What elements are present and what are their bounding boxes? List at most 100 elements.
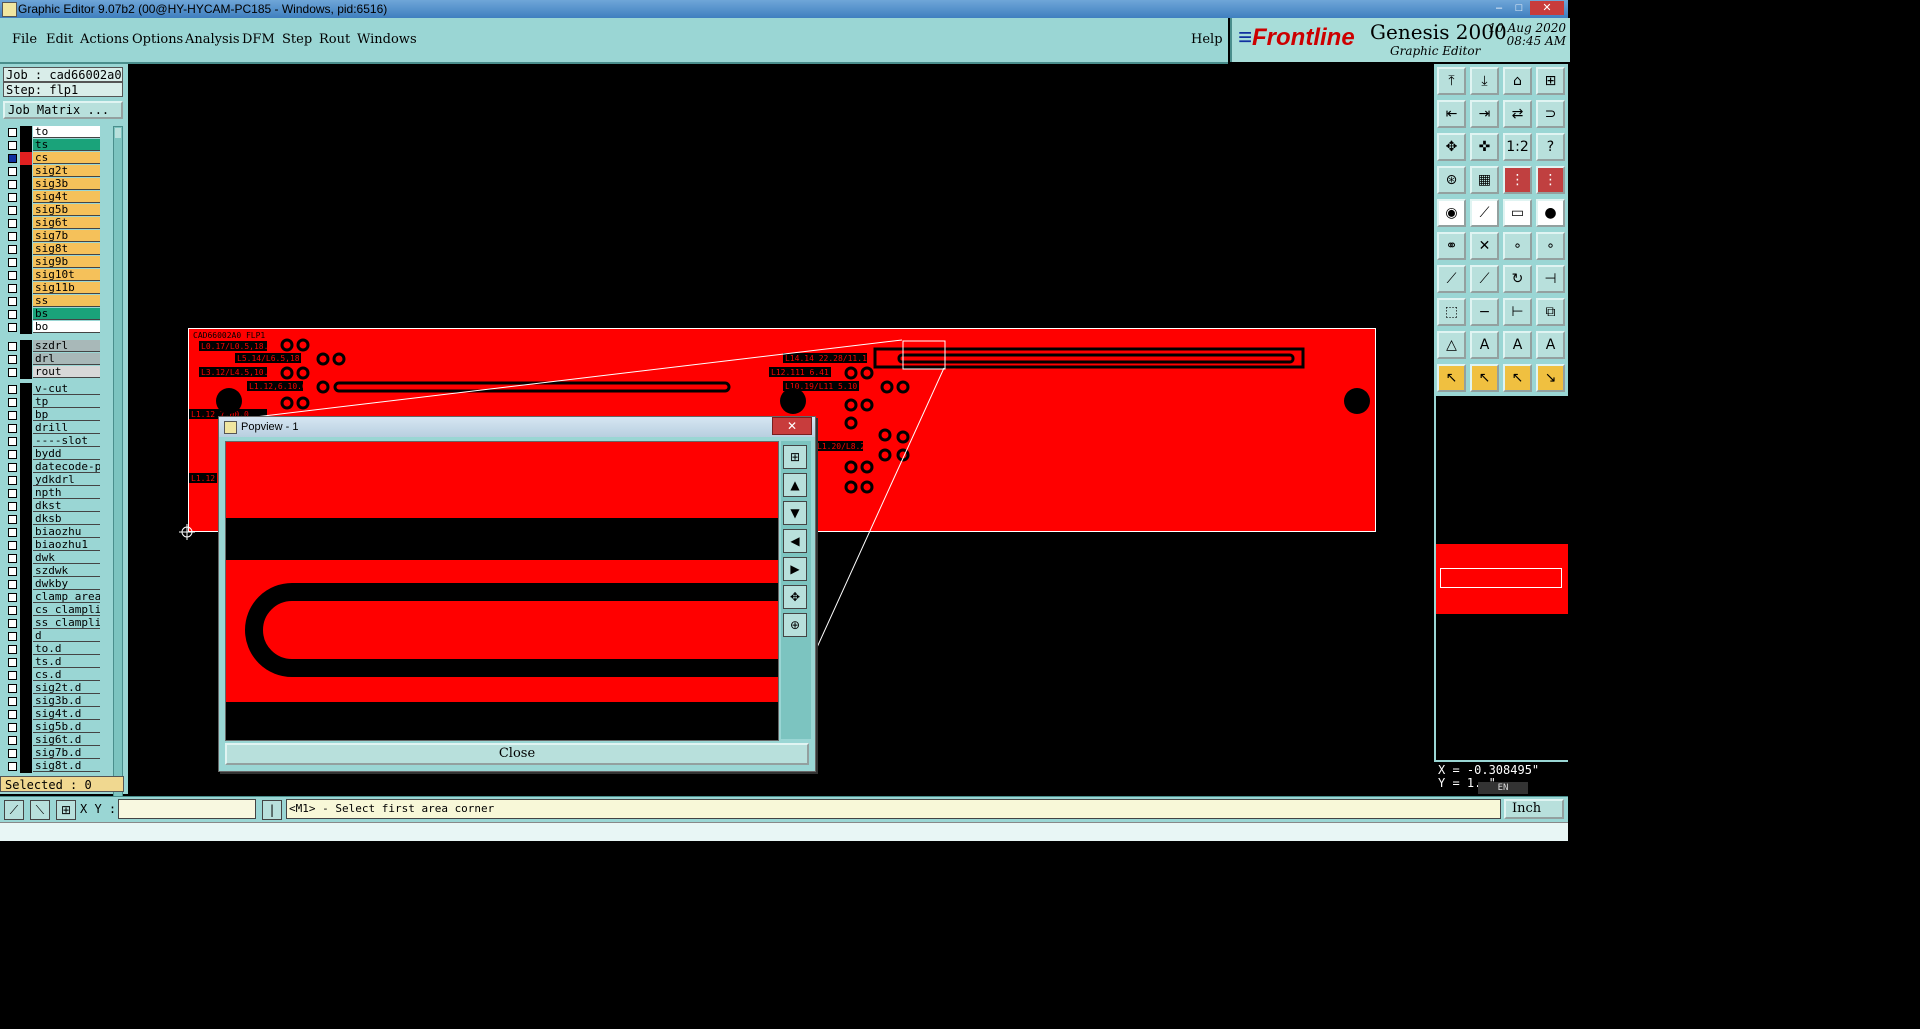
layer-name[interactable]: sig2t.d xyxy=(33,682,100,694)
measure-icon[interactable]: ⊢ xyxy=(1503,298,1532,326)
layer-color-swatch[interactable] xyxy=(20,500,32,513)
layer-color-swatch[interactable] xyxy=(20,643,32,656)
zoom-center-icon[interactable]: ⊕ xyxy=(783,613,807,637)
layer-checkbox[interactable] xyxy=(8,385,17,394)
layer-row-ss-clampline[interactable]: ss_clampline xyxy=(3,617,113,630)
layer-row-sig2t-d[interactable]: sig2t.d xyxy=(3,682,113,695)
minus-icon[interactable]: − xyxy=(1470,298,1499,326)
shape-icon[interactable]: ⊃ xyxy=(1536,100,1565,128)
layer-checkbox[interactable] xyxy=(8,658,17,667)
layer-checkbox[interactable] xyxy=(8,342,17,351)
layer-color-swatch[interactable] xyxy=(20,448,32,461)
layer-row-sig4t[interactable]: sig4t xyxy=(3,191,113,204)
layer-color-swatch[interactable] xyxy=(20,760,32,773)
layer-row-npth[interactable]: npth xyxy=(3,487,113,500)
line-mode-icon[interactable]: ⟍ xyxy=(30,800,50,820)
layer-row-sig2t[interactable]: sig2t xyxy=(3,165,113,178)
layer-name[interactable]: dwkby xyxy=(33,578,100,590)
job-matrix-button[interactable]: Job Matrix ... xyxy=(3,101,123,119)
layer-row-sig3b-d[interactable]: sig3b.d xyxy=(3,695,113,708)
layer-name[interactable]: ----slot xyxy=(33,435,100,447)
layer-name[interactable]: sig9b xyxy=(33,256,100,268)
layer-color-swatch[interactable] xyxy=(20,409,32,422)
save-icon[interactable]: ⤓ xyxy=(1470,67,1499,95)
layer-color-swatch[interactable] xyxy=(20,591,32,604)
layer-row-tp[interactable]: tp xyxy=(3,396,113,409)
center-icon[interactable]: ✜ xyxy=(1470,133,1499,161)
layer-color-swatch[interactable] xyxy=(20,308,32,321)
layer-checkbox[interactable] xyxy=(8,258,17,267)
pointer-icon[interactable]: ↖ xyxy=(1437,364,1466,392)
layer-checkbox[interactable] xyxy=(8,141,17,150)
layer-checkbox[interactable] xyxy=(8,323,17,332)
layer-row-dkst[interactable]: dkst xyxy=(3,500,113,513)
layer-name[interactable]: dwk xyxy=(33,552,100,564)
layer-color-swatch[interactable] xyxy=(20,152,32,165)
menu-help[interactable]: Help xyxy=(1191,32,1223,47)
layer-row-szdwk[interactable]: szdwk xyxy=(3,565,113,578)
layer-row-sig4t-d[interactable]: sig4t.d xyxy=(3,708,113,721)
layer-name[interactable]: sig11b xyxy=(33,282,100,294)
overview-panel[interactable] xyxy=(1436,396,1568,760)
window-icon[interactable]: ⊞ xyxy=(1536,67,1565,95)
cursor-mode-icon[interactable]: | xyxy=(262,800,282,820)
layer-color-swatch[interactable] xyxy=(20,487,32,500)
menu-step[interactable]: Step xyxy=(282,32,312,47)
layer-color-swatch[interactable] xyxy=(20,565,32,578)
layer-row-sig3b[interactable]: sig3b xyxy=(3,178,113,191)
layer-checkbox[interactable] xyxy=(8,697,17,706)
layer-color-swatch[interactable] xyxy=(20,734,32,747)
layer-color-swatch[interactable] xyxy=(20,126,32,139)
pan-down-icon[interactable]: ▼ xyxy=(783,501,807,525)
layer-row-sig7b-d[interactable]: sig7b.d xyxy=(3,747,113,760)
layer-name[interactable]: sig6t xyxy=(33,217,100,229)
layer-color-swatch[interactable] xyxy=(20,422,32,435)
layer-checkbox[interactable] xyxy=(8,476,17,485)
layer-checkbox[interactable] xyxy=(8,619,17,628)
text-a3-icon[interactable]: A xyxy=(1536,331,1565,359)
layer-name[interactable]: sig7b xyxy=(33,230,100,242)
layer-name[interactable]: biaozhu1 xyxy=(33,539,100,551)
layer-checkbox[interactable] xyxy=(8,645,17,654)
layer-name[interactable]: bydd xyxy=(33,448,100,460)
layer-checkbox[interactable] xyxy=(8,632,17,641)
layer-name[interactable]: dkst xyxy=(33,500,100,512)
layer-checkbox[interactable] xyxy=(8,297,17,306)
layer-row-drill[interactable]: drill xyxy=(3,422,113,435)
help-icon[interactable]: ? xyxy=(1536,133,1565,161)
menu-edit[interactable]: Edit xyxy=(46,32,73,47)
layer-name[interactable]: npth xyxy=(33,487,100,499)
layer-name[interactable]: sig5b xyxy=(33,204,100,216)
layer-name[interactable]: ss_clampline xyxy=(33,617,100,629)
cross-icon[interactable]: ✕ xyxy=(1470,232,1499,260)
ruler-icon[interactable]: ▭ xyxy=(1503,199,1532,227)
layer-name[interactable]: bp xyxy=(33,409,100,421)
layer-name[interactable]: bo xyxy=(33,321,100,333)
flip-icon[interactable]: ⇄ xyxy=(1503,100,1532,128)
pan-left-icon[interactable]: ◀ xyxy=(783,529,807,553)
layer-scrollbar[interactable] xyxy=(113,126,123,836)
triangle-icon[interactable]: △ xyxy=(1437,331,1466,359)
layer-name[interactable]: sig6t.d xyxy=(33,734,100,746)
pointer3-icon[interactable]: ↖ xyxy=(1503,364,1532,392)
layer-checkbox[interactable] xyxy=(8,232,17,241)
layer-checkbox[interactable] xyxy=(8,502,17,511)
layer-checkbox[interactable] xyxy=(8,671,17,680)
layer-row-sig5b-d[interactable]: sig5b.d xyxy=(3,721,113,734)
layer-row-bs[interactable]: bs xyxy=(3,308,113,321)
layer-row-cs-d[interactable]: cs.d xyxy=(3,669,113,682)
layer-color-swatch[interactable] xyxy=(20,617,32,630)
layer-checkbox[interactable] xyxy=(8,528,17,537)
layer-row-datecode-pto[interactable]: datecode-pto xyxy=(3,461,113,474)
dot-icon[interactable]: ● xyxy=(1536,199,1565,227)
layer-row-cs[interactable]: cs xyxy=(3,152,113,165)
layer-checkbox[interactable] xyxy=(8,271,17,280)
layer-color-swatch[interactable] xyxy=(20,282,32,295)
unit-selector[interactable]: Inch xyxy=(1504,799,1564,819)
layer-name[interactable]: szdrl xyxy=(33,340,100,352)
layer-row-bp[interactable]: bp xyxy=(3,409,113,422)
layer-checkbox[interactable] xyxy=(8,368,17,377)
select-box-icon[interactable]: ⬚ xyxy=(1437,298,1466,326)
layer-name[interactable]: cs.d xyxy=(33,669,100,681)
layer-row-d[interactable]: d xyxy=(3,630,113,643)
